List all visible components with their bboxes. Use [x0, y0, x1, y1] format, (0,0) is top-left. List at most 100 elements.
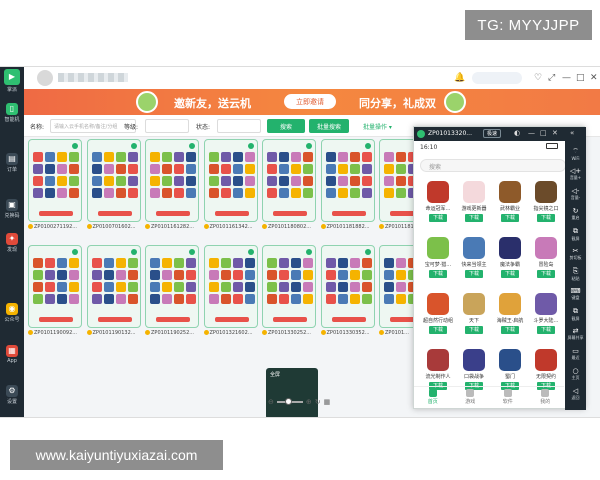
- nav-tab[interactable]: 首页: [414, 387, 452, 408]
- quality-select[interactable]: 极速: [483, 129, 502, 138]
- sidebar-item-settings[interactable]: ⚙ 设置: [0, 385, 24, 405]
- side-tool-button[interactable]: ⌨ 键盘: [565, 287, 586, 301]
- collapse-icon[interactable]: «: [570, 129, 574, 137]
- download-button[interactable]: 下载: [501, 326, 519, 334]
- sidebar-item-smart-phone[interactable]: ▯ 智能机: [0, 103, 24, 123]
- game-app-icon[interactable]: [499, 349, 521, 371]
- side-tool-button[interactable]: ◁ 返回: [565, 387, 586, 401]
- side-tool-button[interactable]: ✂ 剪切板: [565, 247, 586, 261]
- device-card[interactable]: ZP0101181882...: [320, 139, 375, 233]
- batch-operations-dropdown[interactable]: 批量操作 ▾: [363, 122, 392, 131]
- game-app-icon[interactable]: [535, 237, 557, 259]
- game-app-icon[interactable]: [463, 181, 485, 203]
- sidebar-item-orders[interactable]: ▤ 订单: [0, 153, 24, 173]
- batch-search-button[interactable]: 批量搜索: [309, 119, 349, 133]
- download-button[interactable]: 下载: [537, 270, 555, 278]
- maximize-icon[interactable]: □: [576, 73, 585, 83]
- side-tool-button[interactable]: ○ 主页: [565, 367, 586, 381]
- app-tile[interactable]: 指尖镜之口 下载: [528, 181, 564, 233]
- device-card[interactable]: ZP0100271192...: [28, 139, 82, 233]
- download-button[interactable]: 下载: [429, 270, 447, 278]
- device-screen[interactable]: [203, 139, 258, 222]
- device-card[interactable]: ZP0101321602...: [203, 245, 258, 339]
- device-card[interactable]: ZP0101161342...: [203, 139, 258, 233]
- device-card[interactable]: ZP0101181...: [379, 139, 416, 233]
- close-icon[interactable]: ✕: [552, 129, 558, 137]
- app-tile[interactable]: 命运冠军… 下载: [420, 181, 456, 233]
- game-app-icon[interactable]: [427, 349, 449, 371]
- select-checkbox[interactable]: [262, 330, 267, 335]
- zoom-out-icon[interactable]: ⊖: [268, 398, 274, 406]
- select-checkbox[interactable]: [86, 330, 92, 335]
- select-checkbox[interactable]: [320, 330, 326, 335]
- download-button[interactable]: 下载: [465, 214, 483, 222]
- refresh-icon[interactable]: ↻: [315, 398, 321, 406]
- device-screen[interactable]: [86, 139, 141, 222]
- device-card[interactable]: ZP0101161282...: [145, 139, 199, 233]
- select-checkbox[interactable]: [379, 330, 384, 335]
- avatar[interactable]: [37, 70, 53, 86]
- side-tool-button[interactable]: ◁- 音量-: [565, 187, 586, 201]
- sidebar-item-app[interactable]: ▦ App: [0, 345, 24, 364]
- game-app-icon[interactable]: [535, 293, 557, 315]
- game-app-icon[interactable]: [499, 181, 521, 203]
- side-tool-button[interactable]: ⧉ 截屏: [565, 227, 586, 242]
- sidebar-item-official-account[interactable]: ◉ 公众号: [0, 303, 24, 323]
- game-app-icon[interactable]: [427, 293, 449, 315]
- device-screen[interactable]: [262, 245, 316, 328]
- side-tool-button[interactable]: ⎘ 粘贴: [565, 267, 586, 282]
- device-screen[interactable]: [262, 139, 316, 222]
- zoom-slider-knob[interactable]: [284, 398, 292, 405]
- select-checkbox[interactable]: [28, 330, 33, 335]
- download-button[interactable]: 下载: [465, 270, 483, 278]
- bell-icon[interactable]: 🔔: [454, 73, 465, 83]
- game-app-icon[interactable]: [427, 181, 449, 203]
- select-checkbox[interactable]: [145, 224, 150, 229]
- device-card[interactable]: ZP0101...: [379, 245, 416, 339]
- vip-badge[interactable]: [472, 72, 522, 84]
- phone-window-titlebar[interactable]: ZP01013320... 极速 ◐ — □ ✕ «: [414, 127, 586, 141]
- download-button[interactable]: 下载: [429, 214, 447, 222]
- toggle-icon[interactable]: ◐: [514, 129, 520, 137]
- side-tool-button[interactable]: ⇄ 屏幕共享: [565, 327, 586, 341]
- game-app-icon[interactable]: [535, 349, 557, 371]
- zoom-in-icon[interactable]: ⊕: [306, 398, 312, 406]
- select-checkbox[interactable]: [262, 224, 267, 229]
- pin-icon[interactable]: ♡: [534, 73, 542, 83]
- app-tile[interactable]: 斗罗大陆… 下载: [528, 293, 564, 345]
- app-tile[interactable]: 武林霸业 下载: [492, 181, 528, 233]
- download-button[interactable]: 下载: [465, 326, 483, 334]
- device-card[interactable]: ZP0100701602...: [86, 139, 141, 233]
- nav-tab[interactable]: 我的: [527, 387, 565, 408]
- game-app-icon[interactable]: [463, 293, 485, 315]
- select-checkbox[interactable]: [203, 224, 209, 229]
- device-card[interactable]: ZP0101330352...: [320, 245, 375, 339]
- side-tool-button[interactable]: ↻ 重启: [565, 207, 586, 221]
- download-button[interactable]: 下载: [429, 326, 447, 334]
- select-checkbox[interactable]: [379, 224, 384, 229]
- nav-tab[interactable]: 软件: [489, 387, 527, 408]
- device-screen[interactable]: [86, 245, 141, 328]
- expand-icon[interactable]: ⤢: [548, 73, 555, 83]
- device-screen[interactable]: [28, 139, 82, 222]
- app-tile[interactable]: 游戏更新器 下载: [456, 181, 492, 233]
- device-screen[interactable]: [379, 139, 416, 222]
- app-tile[interactable]: 冒险岛 下载: [528, 237, 564, 289]
- side-tool-button[interactable]: ⧉ 截屏: [565, 307, 586, 322]
- device-card[interactable]: ZP0101190092...: [28, 245, 82, 339]
- app-tile[interactable]: 海贼王·启航 下载: [492, 293, 528, 345]
- device-card[interactable]: ZP0101190132...: [86, 245, 141, 339]
- phone-search-input[interactable]: 搜索: [420, 159, 566, 172]
- status-select[interactable]: [217, 119, 261, 133]
- device-screen[interactable]: [379, 245, 416, 328]
- game-app-icon[interactable]: [535, 181, 557, 203]
- game-app-icon[interactable]: [499, 293, 521, 315]
- device-card[interactable]: ZP0101190252...: [145, 245, 199, 339]
- app-tile[interactable]: 宝可梦·猎… 下载: [420, 237, 456, 289]
- select-checkbox[interactable]: [203, 330, 209, 335]
- promo-banner[interactable]: 邀新友，送云机 立即邀请 同分享，礼成双: [24, 89, 600, 115]
- game-app-icon[interactable]: [463, 237, 485, 259]
- mini-preview[interactable]: 全屏: [266, 368, 318, 417]
- select-checkbox[interactable]: [28, 224, 33, 229]
- device-screen[interactable]: [320, 139, 375, 222]
